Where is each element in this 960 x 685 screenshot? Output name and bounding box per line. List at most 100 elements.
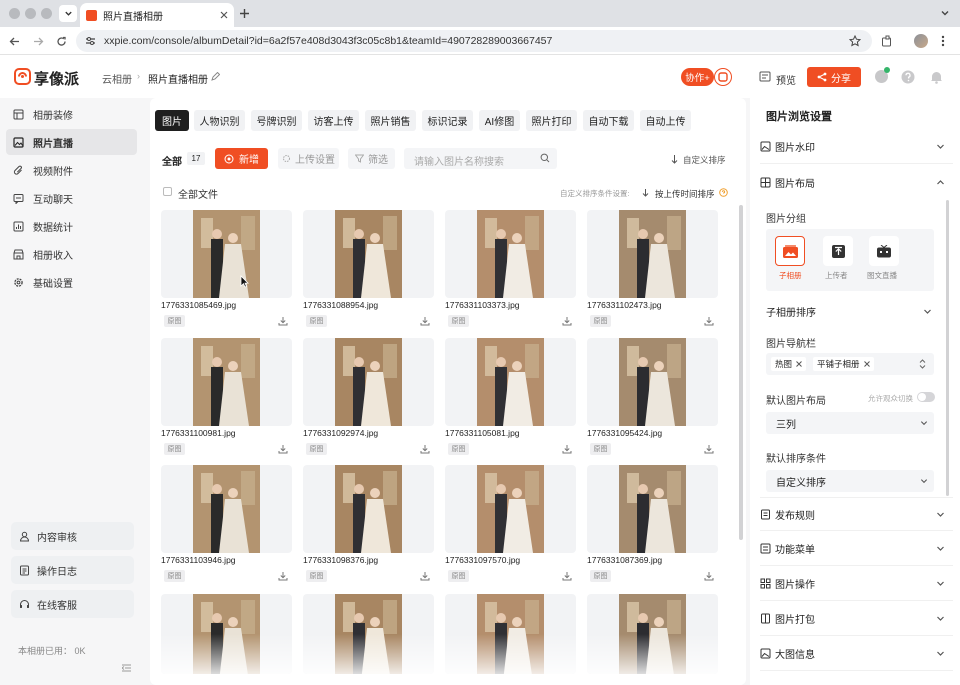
sidebar-item-photo-live[interactable]: 照片直播 [6, 129, 137, 155]
all-filter[interactable]: 全部 [162, 153, 182, 168]
new-tab-icon[interactable] [239, 8, 250, 19]
new-button[interactable]: 新增 [215, 148, 268, 169]
group-option-sub-album[interactable] [775, 236, 805, 266]
extensions-icon[interactable] [881, 35, 893, 47]
custom-sort-button[interactable]: 自定义排序 [683, 154, 726, 166]
photo-thumbnail[interactable] [445, 210, 576, 298]
collab-avatar[interactable] [714, 68, 732, 86]
forward-icon[interactable] [33, 36, 44, 47]
layout-section[interactable]: 图片布局 [760, 165, 953, 199]
select-all-checkbox[interactable] [163, 187, 172, 196]
function-menu-section[interactable]: 功能菜单 [760, 532, 953, 566]
photo-thumbnail[interactable] [445, 338, 576, 426]
download-icon[interactable] [278, 444, 288, 454]
window-close-button[interactable] [9, 8, 20, 19]
nav-tags-select[interactable]: 热图 平铺子相册 [766, 353, 934, 375]
grid-scrollbar[interactable] [739, 205, 743, 540]
tab-auto-download[interactable]: 自动下载 [583, 110, 634, 131]
download-icon[interactable] [562, 316, 572, 326]
download-icon[interactable] [420, 316, 430, 326]
chevron-down-icon[interactable] [940, 8, 950, 18]
site-settings-icon[interactable] [85, 36, 96, 46]
download-icon[interactable] [278, 571, 288, 581]
watermark-section[interactable]: 图片水印 [760, 130, 953, 164]
search-box[interactable]: 请输入图片名称搜索 [404, 148, 557, 169]
photo-thumbnail[interactable] [303, 338, 434, 426]
reload-icon[interactable] [56, 36, 67, 47]
default-sort-select[interactable]: 自定义排序 [766, 470, 934, 492]
panel-scrollbar[interactable] [946, 200, 949, 496]
large-image-info-section[interactable]: 大图信息 [760, 637, 953, 671]
address-bar[interactable]: xxpie.com/console/albumDetail?id=6a2f57e… [76, 30, 872, 52]
download-icon[interactable] [562, 444, 572, 454]
tab-tag-records[interactable]: 标识记录 [422, 110, 473, 131]
download-icon[interactable] [704, 444, 714, 454]
operation-log-button[interactable]: 操作日志 [11, 556, 134, 584]
photo-thumbnail[interactable] [161, 210, 292, 298]
sort-dropdown[interactable]: 按上传时间排序 [655, 188, 715, 200]
photo-thumbnail[interactable] [161, 594, 292, 674]
default-layout-select[interactable]: 三列 [766, 412, 934, 434]
collab-button[interactable]: 协作+ [681, 68, 714, 86]
group-option-text-live[interactable] [869, 236, 899, 266]
close-icon[interactable] [220, 11, 228, 19]
filter-button[interactable]: 筛选 [348, 148, 395, 169]
photo-thumbnail[interactable] [587, 594, 718, 674]
bell-icon[interactable] [930, 70, 943, 84]
sidebar-item-video[interactable]: 视频附件 [6, 157, 137, 183]
edit-icon[interactable] [210, 72, 220, 82]
help-icon[interactable] [901, 70, 915, 84]
window-minimize-button[interactable] [25, 8, 36, 19]
breadcrumb-item[interactable]: 云相册 [102, 71, 132, 86]
sidebar-item-settings[interactable]: 基础设置 [6, 269, 137, 295]
tab-photo-print[interactable]: 照片打印 [526, 110, 577, 131]
photo-thumbnail[interactable] [445, 594, 576, 674]
sidebar-item-decoration[interactable]: 相册装修 [6, 101, 137, 127]
photo-thumbnail[interactable] [303, 210, 434, 298]
download-icon[interactable] [704, 571, 714, 581]
publish-rules-section[interactable]: 发布规则 [760, 497, 953, 531]
search-input[interactable]: 请输入图片名称搜索 [414, 153, 504, 168]
back-icon[interactable] [9, 36, 20, 47]
download-icon[interactable] [420, 571, 430, 581]
group-option-uploader[interactable] [823, 236, 853, 266]
allow-switch-toggle[interactable] [917, 392, 935, 402]
bookmark-star-icon[interactable] [849, 35, 861, 47]
download-icon[interactable] [420, 444, 430, 454]
help-icon[interactable] [719, 188, 728, 197]
tab-visitor-upload[interactable]: 访客上传 [308, 110, 359, 131]
sub-album-sort-row[interactable]: 子相册排序 [766, 294, 934, 328]
photo-pack-section[interactable]: 图片打包 [760, 602, 953, 636]
download-icon[interactable] [562, 571, 572, 581]
browser-tab[interactable]: 照片直播相册 [80, 3, 234, 27]
search-icon[interactable] [540, 153, 550, 163]
photo-thumbnail[interactable] [587, 338, 718, 426]
photo-thumbnail[interactable] [303, 594, 434, 674]
tab-search-button[interactable] [59, 5, 77, 22]
tab-face-recognition[interactable]: 人物识别 [194, 110, 245, 131]
tab-photo-sales[interactable]: 照片销售 [365, 110, 416, 131]
logo-icon[interactable] [14, 68, 31, 85]
tab-bib-recognition[interactable]: 号牌识别 [251, 110, 302, 131]
photo-thumbnail[interactable] [161, 465, 292, 553]
window-zoom-button[interactable] [41, 8, 52, 19]
photo-actions-section[interactable]: 图片操作 [760, 567, 953, 601]
preview-button[interactable]: 预览 [776, 72, 796, 87]
sidebar-item-stats[interactable]: 数据统计 [6, 213, 137, 239]
sidebar-item-income[interactable]: 相册收入 [6, 241, 137, 267]
photo-thumbnail[interactable] [161, 338, 292, 426]
download-icon[interactable] [278, 316, 288, 326]
close-icon[interactable] [796, 361, 802, 367]
tab-photos[interactable]: 图片 [155, 110, 189, 131]
online-support-button[interactable]: 在线客服 [11, 590, 134, 618]
photo-thumbnail[interactable] [587, 465, 718, 553]
tab-auto-upload[interactable]: 自动上传 [640, 110, 691, 131]
profile-avatar[interactable] [914, 34, 928, 48]
sidebar-item-chat[interactable]: 互动聊天 [6, 185, 137, 211]
share-button[interactable]: 分享 [807, 67, 861, 87]
collapse-sidebar-icon[interactable] [122, 664, 131, 672]
more-vertical-icon[interactable] [941, 35, 945, 47]
download-icon[interactable] [704, 316, 714, 326]
photo-thumbnail[interactable] [587, 210, 718, 298]
upload-settings-button[interactable]: 上传设置 [278, 148, 339, 169]
